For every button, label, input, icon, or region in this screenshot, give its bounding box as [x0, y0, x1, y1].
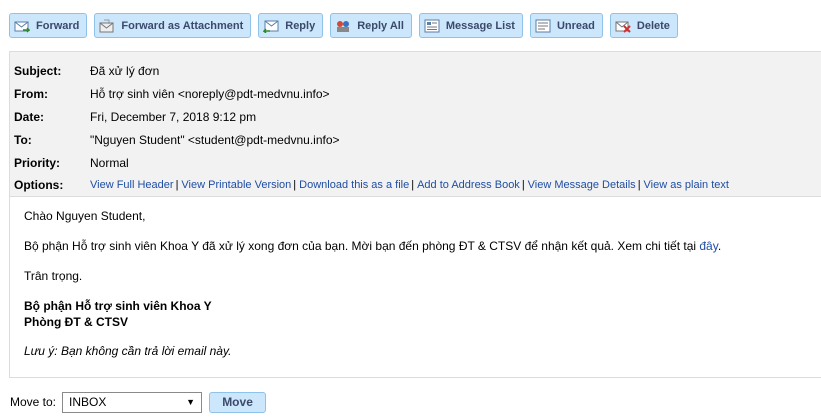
option-separator: |: [411, 179, 415, 191]
unread-button[interactable]: Unread: [529, 13, 603, 38]
forward-button[interactable]: Forward: [9, 13, 88, 38]
message-list-button[interactable]: Message List: [418, 13, 523, 38]
options-label: Options:: [14, 178, 64, 192]
forward-as-attachment-label: Forward as Attachment: [121, 19, 244, 32]
priority-row: Priority: Normal: [14, 154, 129, 172]
message-body: Chào Nguyen Student, Bộ phận Hỗ trợ sinh…: [9, 197, 821, 378]
priority-label: Priority:: [14, 156, 61, 170]
from-value: Hỗ trợ sinh viên <noreply@pdt-medvnu.inf…: [90, 87, 330, 101]
option-separator: |: [175, 179, 179, 191]
subject-row: Subject: Đã xử lý đơn: [14, 62, 159, 80]
options-row: Options: View Full Header | View Printabl…: [14, 176, 729, 194]
view-as-plain-text-link[interactable]: View as plain text: [644, 179, 729, 191]
subject-label: Subject:: [14, 64, 62, 78]
reply-all-icon: [335, 19, 351, 33]
view-printable-version-link[interactable]: View Printable Version: [181, 179, 291, 191]
unread-icon: [535, 19, 551, 33]
from-row: From: Hỗ trợ sinh viên <noreply@pdt-medv…: [14, 85, 330, 103]
body-closing: Trân trọng.: [24, 269, 83, 283]
body-paragraph: Bộ phận Hỗ trợ sinh viên Khoa Y đã xử lý…: [24, 239, 721, 253]
body-paragraph-end: .: [717, 239, 722, 253]
body-note: Lưu ý: Bạn không cần trả lời email này.: [24, 344, 232, 358]
move-button[interactable]: Move: [209, 391, 267, 413]
reply-button-label: Reply: [285, 19, 316, 32]
priority-value: Normal: [90, 156, 129, 170]
to-value: "Nguyen Student" <student@pdt-medvnu.inf…: [90, 133, 340, 147]
message-list-label: Message List: [445, 19, 515, 32]
folder-select-value: INBOX: [69, 395, 107, 409]
dropdown-arrow-icon: ▼: [186, 397, 196, 407]
envelope-forward-icon: [14, 19, 31, 33]
date-row: Date: Fri, December 7, 2018 9:12 pm: [14, 108, 256, 126]
reply-all-button[interactable]: Reply All: [330, 13, 412, 38]
delete-icon: [615, 19, 631, 33]
details-link[interactable]: đây: [699, 239, 717, 253]
message-header: Subject: Đã xử lý đơn From: Hỗ trợ sinh …: [9, 51, 821, 197]
from-label: From:: [14, 87, 48, 101]
delete-button[interactable]: Delete: [609, 13, 678, 38]
message-list-icon: [424, 19, 440, 33]
signature-office: Phòng ĐT & CTSV: [24, 315, 128, 329]
option-separator: |: [637, 179, 641, 191]
signature-department: Bộ phận Hỗ trợ sinh viên Khoa Y: [24, 299, 212, 313]
move-bar: Move to: INBOX ▼ Move: [10, 391, 267, 413]
download-as-file-link[interactable]: Download this as a file: [299, 179, 409, 191]
forward-as-attachment-button[interactable]: Forward as Attachment: [94, 13, 252, 38]
move-to-label: Move to:: [10, 395, 57, 409]
subject-value: Đã xử lý đơn: [90, 64, 160, 78]
view-full-header-link[interactable]: View Full Header: [90, 179, 174, 191]
to-label: To:: [14, 133, 32, 147]
delete-button-label: Delete: [636, 19, 670, 32]
date-value: Fri, December 7, 2018 9:12 pm: [90, 110, 257, 124]
forward-button-label: Forward: [36, 19, 80, 32]
date-label: Date:: [14, 110, 45, 124]
body-paragraph-text: Bộ phận Hỗ trợ sinh viên Khoa Y đã xử lý…: [24, 239, 700, 253]
unread-label: Unread: [556, 19, 595, 32]
body-greeting: Chào Nguyen Student,: [24, 209, 146, 223]
add-to-address-book-link[interactable]: Add to Address Book: [417, 179, 520, 191]
reply-icon: [262, 19, 279, 34]
reply-button[interactable]: Reply: [258, 13, 324, 38]
message-toolbar: Forward Forward as Attachment Reply Repl…: [9, 13, 685, 39]
to-row: To: "Nguyen Student" <student@pdt-medvnu…: [14, 131, 340, 149]
folder-select[interactable]: INBOX ▼: [62, 391, 203, 413]
attachment-envelope-icon: [99, 19, 115, 33]
reply-all-button-label: Reply All: [357, 19, 404, 32]
option-separator: |: [293, 179, 297, 191]
view-message-details-link[interactable]: View Message Details: [528, 179, 636, 191]
option-separator: |: [521, 179, 525, 191]
